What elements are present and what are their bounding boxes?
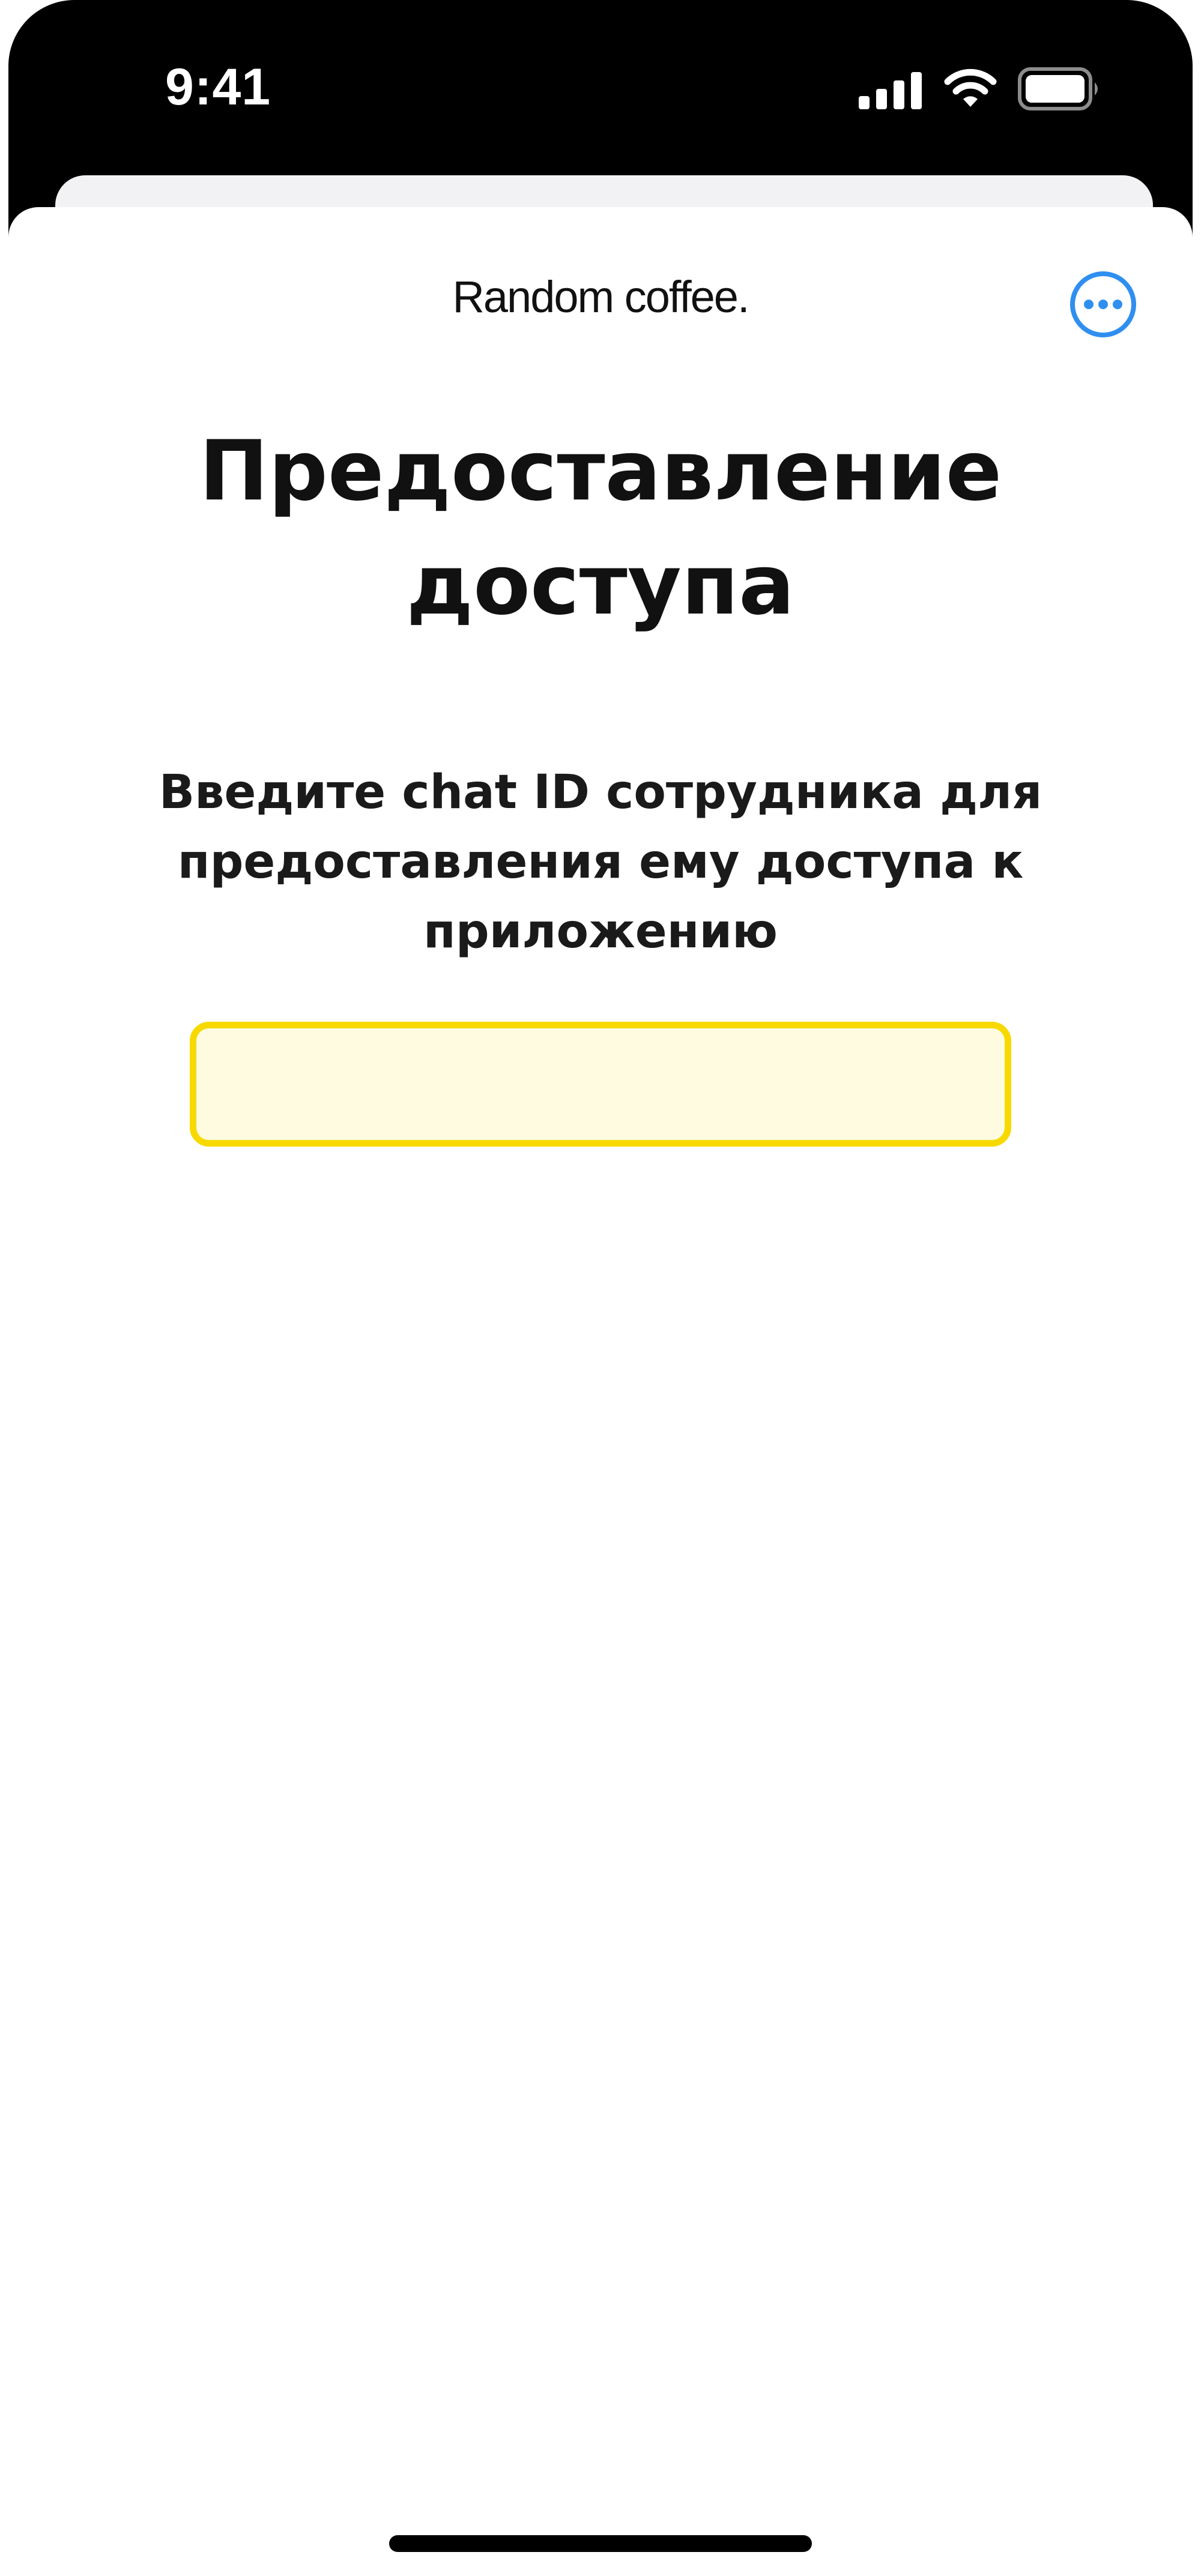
wifi-icon [944,68,997,107]
more-options-button[interactable] [1069,270,1137,339]
app-title: Random coffee. [452,272,749,322]
instruction-text: Введите chat ID сотрудника для предостав… [159,765,1042,959]
battery-icon [1018,67,1098,110]
page-title: Предоставление доступа [199,423,1002,633]
status-bar: 9:41 [0,0,1201,174]
chat-id-input[interactable] [190,1022,1011,1147]
home-indicator[interactable] [389,2535,812,2552]
cellular-signal-icon [859,72,922,109]
ellipsis-circle-icon [1070,271,1136,337]
status-time: 9:41 [165,58,271,116]
phone-screen: 9:41 Random coffee. Предоставление досту… [0,0,1201,2576]
